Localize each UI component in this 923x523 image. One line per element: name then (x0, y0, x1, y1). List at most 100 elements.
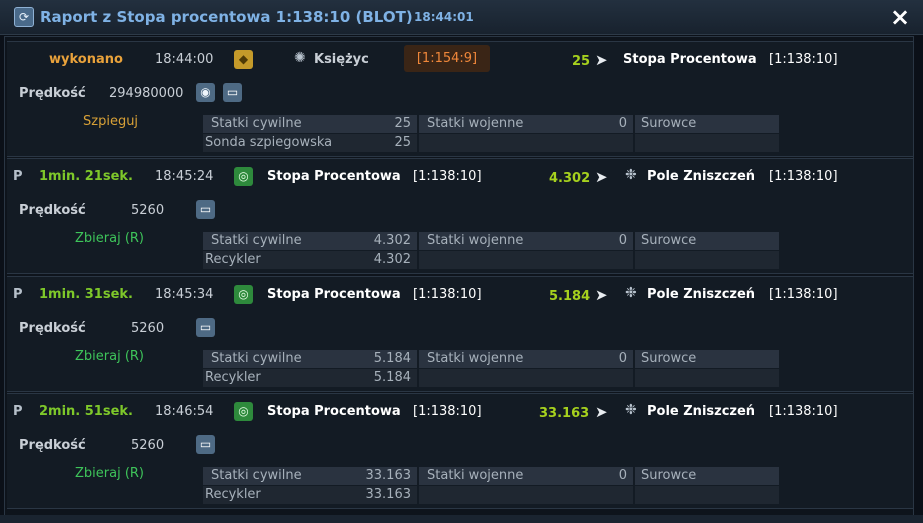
target-coords[interactable]: [1:138:10] (769, 404, 838, 419)
entry-time: 18:45:34 (155, 287, 214, 302)
war-ships-label: Statki wojenne (427, 351, 524, 366)
origin-name[interactable]: Księżyc (314, 52, 369, 67)
ship-type-value: 33.163 (365, 487, 412, 502)
entry-status: 1min. 31sek. (39, 287, 133, 302)
war-ships-cell: Statki wojenne 0 (419, 350, 633, 368)
fleet-arrow-icon: ➤ (595, 51, 608, 69)
war-ships-label: Statki wojenne (427, 233, 524, 248)
resources-cell: Surowce (635, 350, 779, 368)
origin-coords-badge[interactable]: [1:154:9] (404, 45, 490, 72)
target-name[interactable]: Pole Zniszczeń (647, 169, 755, 184)
war-ships-cell: Statki wojenne 0 (419, 467, 633, 485)
speed-value: 5260 (131, 203, 165, 218)
ship-type-cell: Recykler 5.184 (203, 369, 417, 387)
origin-coords[interactable]: [1:138:10] (413, 169, 482, 184)
ship-count: 5.184 (549, 289, 591, 304)
origin-name[interactable]: Stopa Procentowa (267, 169, 401, 184)
civil-ships-cell: Statki cywilne 33.163 (203, 467, 417, 485)
speed-value: 5260 (131, 321, 165, 336)
entry-time: 18:45:24 (155, 169, 214, 184)
eye-icon[interactable]: ◉ (196, 83, 215, 102)
fleet-arrow-icon: ➤ (595, 286, 608, 304)
civil-ships-label: Statki cywilne (211, 351, 302, 366)
speed-value: 5260 (131, 438, 165, 453)
planet-icon: ◎ (234, 167, 253, 186)
empty-cell (419, 369, 633, 387)
origin-name[interactable]: Stopa Procentowa (267, 287, 401, 302)
speed-label: Prędkość (19, 203, 86, 218)
origin-coords[interactable]: [1:138:10] (413, 404, 482, 419)
civil-ships-cell: Statki cywilne 4.302 (203, 232, 417, 250)
window-titlebar: ⟳ Raport z Stopa procentowa 1:138:10 (BL… (0, 0, 923, 35)
chat-bubble-icon[interactable]: ▭ (196, 200, 215, 219)
debris-field-icon: ❉ (625, 402, 637, 418)
empty-cell (635, 369, 779, 387)
debris-field-icon: ❉ (625, 285, 637, 301)
report-panel: wykonano 18:44:00 ◆ ✺ Księżyc [1:154:9] … (4, 36, 914, 518)
target-name[interactable]: Pole Zniszczeń (647, 287, 755, 302)
civil-ships-label: Statki cywilne (211, 468, 302, 483)
target-coords[interactable]: [1:138:10] (769, 52, 838, 67)
target-name[interactable]: Pole Zniszczeń (647, 404, 755, 419)
target-name[interactable]: Stopa Procentowa (623, 52, 757, 67)
ship-type-value: 5.184 (373, 370, 411, 385)
war-ships-value: 0 (618, 233, 627, 248)
war-ships-cell: Statki wojenne 0 (419, 232, 633, 250)
civil-ships-cell: Statki cywilne 5.184 (203, 350, 417, 368)
empty-cell (635, 134, 779, 152)
civil-ships-label: Statki cywilne (211, 116, 302, 131)
chat-bubble-icon[interactable]: ▭ (223, 83, 242, 102)
war-ships-label: Statki wojenne (427, 468, 524, 483)
civil-ships-value: 25 (394, 116, 411, 131)
civil-ships-cell: Statki cywilne 25 (203, 115, 417, 133)
ship-type-label: Recykler (205, 252, 261, 267)
entry-status: 2min. 51sek. (39, 404, 133, 419)
ship-type-label: Recykler (205, 370, 261, 385)
ship-type-value: 4.302 (373, 252, 411, 267)
chat-bubble-icon[interactable]: ▭ (196, 318, 215, 337)
ship-count: 4.302 (549, 171, 591, 186)
close-icon[interactable]: × (890, 3, 910, 31)
civil-ships-value: 33.163 (365, 468, 412, 483)
target-coords[interactable]: [1:138:10] (769, 169, 838, 184)
civil-ships-value: 5.184 (373, 351, 411, 366)
entry-time: 18:46:54 (155, 404, 214, 419)
origin-coords[interactable]: [1:138:10] (413, 287, 482, 302)
resources-label: Surowce (641, 351, 697, 366)
mission-label: Szpieguj (83, 114, 139, 129)
war-ships-label: Statki wojenne (427, 116, 524, 131)
entry-status: 1min. 21sek. (39, 169, 133, 184)
window-time: 18:44:01 (414, 10, 474, 24)
planet-icon: ◎ (234, 285, 253, 304)
target-coords[interactable]: [1:138:10] (769, 287, 838, 302)
fleet-entry: wykonano 18:44:00 ◆ ✺ Księżyc [1:154:9] … (7, 41, 913, 157)
mission-spy-icon: ◆ (234, 50, 253, 69)
empty-cell (419, 134, 633, 152)
planet-icon: ◎ (234, 402, 253, 421)
civil-ships-value: 4.302 (373, 233, 411, 248)
ship-type-label: Recykler (205, 487, 261, 502)
speed-value: 294980000 (109, 86, 184, 101)
fleet-entry: P 1min. 21sek. 18:45:24 ◎ Stopa Procento… (7, 158, 913, 274)
refresh-icon[interactable]: ⟳ (14, 7, 34, 27)
resources-label: Surowce (641, 233, 697, 248)
war-ships-value: 0 (618, 116, 627, 131)
mission-label: Zbieraj (R) (75, 349, 144, 364)
fleet-entry: P 2min. 51sek. 18:46:54 ◎ Stopa Procento… (7, 393, 913, 509)
speed-label: Prędkość (19, 86, 86, 101)
speed-label: Prędkość (19, 438, 86, 453)
ship-count: 25 (572, 54, 591, 69)
moon-icon: ✺ (294, 50, 306, 66)
ship-type-label: Sonda szpiegowska (205, 135, 333, 150)
resources-cell: Surowce (635, 467, 779, 485)
war-ships-cell: Statki wojenne 0 (419, 115, 633, 133)
speed-label: Prędkość (19, 321, 86, 336)
empty-cell (635, 251, 779, 269)
chat-bubble-icon[interactable]: ▭ (196, 435, 215, 454)
empty-cell (419, 251, 633, 269)
entry-prefix: P (13, 404, 23, 419)
resources-cell: Surowce (635, 115, 779, 133)
origin-name[interactable]: Stopa Procentowa (267, 404, 401, 419)
mission-label: Zbieraj (R) (75, 231, 144, 246)
ship-type-cell: Sonda szpiegowska 25 (203, 134, 417, 152)
